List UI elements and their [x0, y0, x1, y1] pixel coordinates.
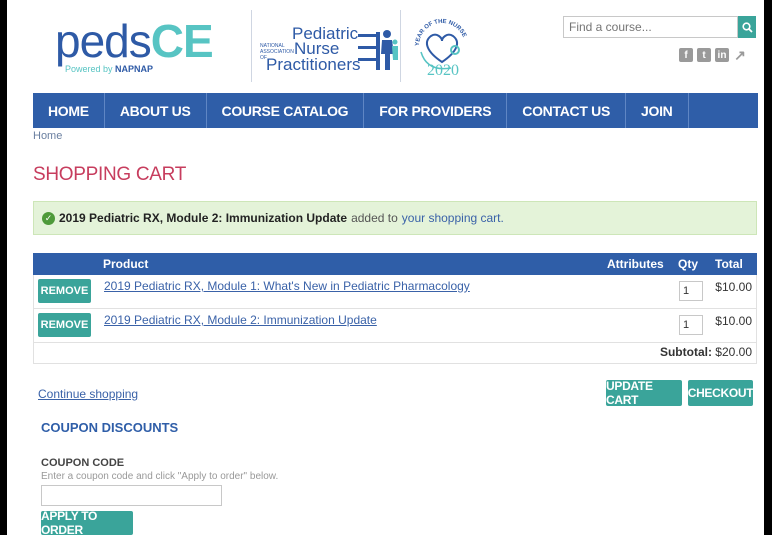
nav-for-providers[interactable]: FOR PROVIDERS [364, 93, 508, 128]
product-link[interactable]: 2019 Pediatric RX, Module 1: What's New … [104, 279, 470, 293]
quantity-input[interactable] [679, 315, 703, 335]
table-row: REMOVE 2019 Pediatric RX, Module 2: Immu… [33, 309, 757, 343]
header-attributes: Attributes [607, 257, 664, 271]
cart-table-header: Product Attributes Qty Total [33, 253, 757, 275]
header-divider [251, 10, 252, 82]
nav-join[interactable]: JOIN [626, 93, 689, 128]
breadcrumb-home[interactable]: Home [33, 130, 62, 142]
nav-contact-us[interactable]: CONTACT US [507, 93, 627, 128]
coupon-hint: Enter a coupon code and click "Apply to … [41, 471, 279, 482]
coupon-label: COUPON CODE [41, 457, 125, 469]
search-input[interactable] [563, 16, 738, 38]
header-total: Total [715, 257, 743, 271]
linkedin-icon[interactable]: in [715, 48, 729, 62]
update-cart-button[interactable]: UPDATE CART [606, 379, 682, 407]
svg-text:YEAR OF THE NURSE: YEAR OF THE NURSE [415, 19, 467, 46]
share-icon[interactable]: ↗ [733, 47, 747, 63]
page: pedsCE Powered by NAPNAP Pediatric NATIO… [7, 0, 764, 535]
remove-button[interactable]: REMOVE [38, 313, 91, 337]
check-icon: ✓ [42, 211, 55, 225]
subtotal-label: Subtotal: [659, 345, 712, 359]
pnp-figures-icon [358, 30, 398, 70]
nav-course-catalog[interactable]: COURSE CATALOG [207, 93, 365, 128]
subtotal-value: $20.00 [715, 345, 752, 359]
continue-shopping-link[interactable]: Continue shopping [38, 387, 138, 401]
coupon-code-input[interactable] [41, 485, 222, 506]
logo-peds-text: peds [55, 15, 152, 67]
message-text: added to [351, 211, 398, 225]
header-divider [400, 10, 401, 82]
logo-ce-text: CE [150, 15, 214, 67]
shopping-cart-link[interactable]: your shopping cart. [402, 211, 504, 225]
message-item: 2019 Pediatric RX, Module 2: Immunizatio… [59, 211, 348, 225]
status-message: ✓ 2019 Pediatric RX, Module 2: Immunizat… [33, 201, 757, 235]
search-icon [741, 21, 753, 33]
pedsce-logo[interactable]: pedsCE Powered by NAPNAP [55, 18, 245, 78]
twitter-icon[interactable]: t [697, 48, 711, 62]
search-button[interactable] [738, 16, 756, 38]
table-row: REMOVE 2019 Pediatric RX, Module 1: What… [33, 275, 757, 309]
apply-to-order-button[interactable]: APPLY TO ORDER [41, 509, 133, 535]
coupon-heading: COUPON DISCOUNTS [41, 420, 179, 435]
main-nav: HOME ABOUT US COURSE CATALOG FOR PROVIDE… [33, 93, 758, 128]
quantity-input[interactable] [679, 281, 703, 301]
product-link[interactable]: 2019 Pediatric RX, Module 2: Immunizatio… [104, 313, 377, 327]
year-of-nurse-year: 2020 [427, 62, 459, 79]
napnap-logo[interactable]: Pediatric NATIONAL ASSOCIATION OF Nurse … [260, 24, 400, 74]
header-qty: Qty [678, 257, 699, 271]
year-of-nurse-logo: YEAR OF THE NURSE 2020 [407, 12, 477, 82]
nav-home[interactable]: HOME [33, 93, 105, 128]
remove-button[interactable]: REMOVE [38, 279, 91, 303]
row-total: $10.00 [715, 280, 752, 294]
page-title: SHOPPING CART [33, 164, 187, 185]
nav-about-us[interactable]: ABOUT US [105, 93, 207, 128]
subtotal-row: Subtotal: $20.00 [33, 342, 757, 364]
row-total: $10.00 [715, 314, 752, 328]
checkout-button[interactable]: CHECKOUT [688, 380, 754, 406]
facebook-icon[interactable]: f [679, 48, 693, 62]
social-links: f t in ↗ [679, 47, 747, 63]
header-product: Product [103, 257, 149, 271]
logo-subtitle: Powered by NAPNAP [65, 64, 154, 74]
